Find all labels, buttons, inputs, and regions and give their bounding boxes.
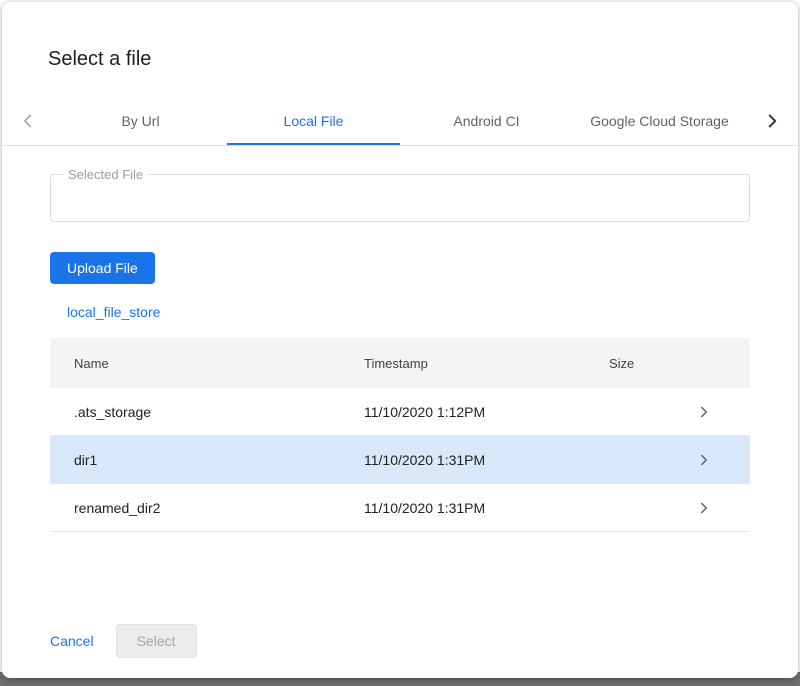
cancel-button[interactable]: Cancel	[48, 627, 96, 655]
tabs-scroll-left-button[interactable]	[2, 97, 54, 145]
column-header-timestamp: Timestamp	[340, 356, 585, 371]
column-header-size: Size	[585, 356, 695, 371]
file-table: Name Timestamp Size .ats_storage 11/10/2…	[50, 338, 750, 532]
selected-file-label: Selected File	[63, 167, 148, 182]
upload-file-button[interactable]: Upload File	[50, 252, 155, 284]
chevron-right-icon[interactable]	[695, 499, 713, 517]
table-row-renamed-dir2[interactable]: renamed_dir2 11/10/2020 1:31PM	[50, 484, 750, 532]
file-name: .ats_storage	[50, 404, 340, 420]
chevron-right-icon[interactable]	[695, 451, 713, 469]
selected-file-input[interactable]	[51, 175, 749, 221]
tab-panel-local-file: Selected File Upload File local_file_sto…	[2, 174, 798, 532]
chevron-right-icon[interactable]	[695, 403, 713, 421]
dialog-footer: Cancel Select	[48, 624, 197, 658]
file-name: renamed_dir2	[50, 500, 340, 516]
dialog-title: Select a file	[2, 2, 798, 71]
tab-local-file[interactable]: Local File	[227, 97, 400, 145]
file-name: dir1	[50, 452, 340, 468]
column-header-name: Name	[50, 356, 340, 371]
selected-file-field: Selected File	[50, 174, 750, 222]
file-timestamp: 11/10/2020 1:31PM	[340, 500, 585, 516]
select-file-dialog: Select a file By Url Local File Android …	[2, 2, 798, 678]
chevron-left-icon	[17, 110, 39, 132]
select-button[interactable]: Select	[116, 624, 197, 658]
chevron-right-icon	[761, 110, 783, 132]
table-row-dir1[interactable]: dir1 11/10/2020 1:31PM	[50, 436, 750, 484]
tab-list: By Url Local File Android CI Google Clou…	[54, 97, 746, 145]
tab-android-ci[interactable]: Android CI	[400, 97, 573, 145]
tabs-scroll-right-button[interactable]	[746, 97, 798, 145]
file-timestamp: 11/10/2020 1:12PM	[340, 404, 585, 420]
table-header-row: Name Timestamp Size	[50, 338, 750, 388]
table-row-ats-storage[interactable]: .ats_storage 11/10/2020 1:12PM	[50, 388, 750, 436]
tab-by-url[interactable]: By Url	[54, 97, 227, 145]
tab-bar: By Url Local File Android CI Google Clou…	[2, 97, 798, 146]
tab-google-cloud-storage[interactable]: Google Cloud Storage	[573, 97, 746, 145]
file-timestamp: 11/10/2020 1:31PM	[340, 452, 585, 468]
local-file-store-link[interactable]: local_file_store	[67, 304, 160, 320]
